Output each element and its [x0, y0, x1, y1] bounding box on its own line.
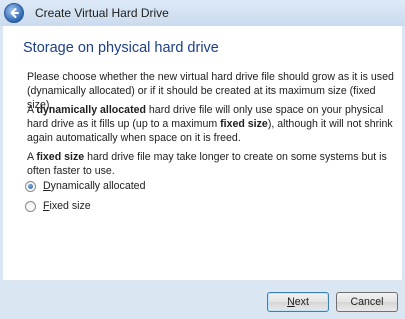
cancel-button[interactable]: Cancel — [336, 292, 398, 312]
dynamic-description: A dynamically allocated hard drive file … — [27, 104, 393, 144]
fixed-size-term: fixed size — [36, 151, 85, 163]
fixed-term: fixed size — [220, 118, 268, 130]
dynamic-term: dynamically allocated — [36, 104, 146, 116]
fixed-description: A fixed size hard drive file may take lo… — [27, 151, 387, 177]
title-bar: Create Virtual Hard Drive — [0, 0, 405, 26]
dynamically-allocated-option[interactable]: Dynamically allocated — [25, 178, 145, 194]
dynamically-allocated-radio[interactable] — [25, 180, 36, 192]
button-bar: Next Cancel — [0, 280, 405, 319]
back-button[interactable] — [4, 3, 24, 23]
back-arrow-icon — [10, 8, 19, 18]
fixed-size-option[interactable]: Fixed size — [25, 198, 91, 214]
fixed-size-label: Fixed size — [43, 200, 91, 212]
next-button[interactable]: Next — [267, 292, 329, 312]
page-heading: Storage on physical hard drive — [23, 40, 219, 56]
wizard-window: Create Virtual Hard Drive Storage on phy… — [0, 0, 405, 319]
wizard-page: Storage on physical hard drive Please ch… — [3, 26, 402, 280]
dynamically-allocated-label: Dynamically allocated — [43, 180, 146, 192]
window-title: Create Virtual Hard Drive — [35, 6, 169, 20]
fixed-size-radio[interactable] — [25, 200, 36, 212]
